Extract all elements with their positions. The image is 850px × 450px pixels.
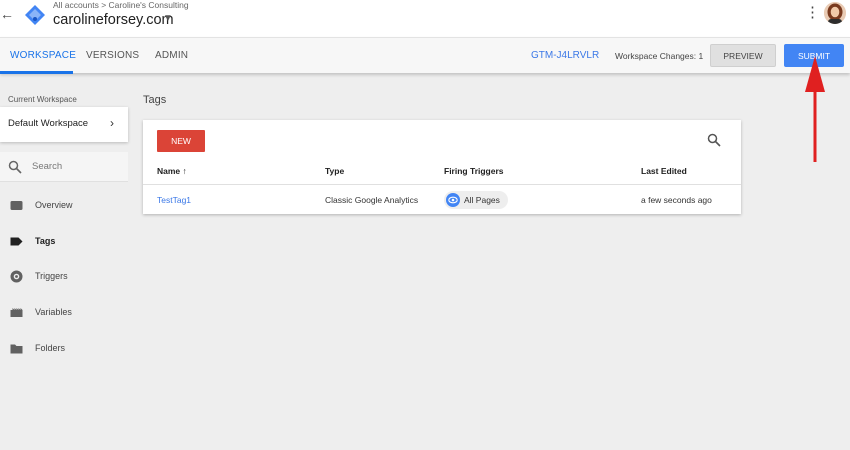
new-tag-button[interactable]: NEW [157, 130, 205, 152]
tab-versions[interactable]: VERSIONS [86, 50, 139, 61]
workspace-selector[interactable]: Default Workspace › [0, 107, 128, 142]
column-header-last-edited[interactable]: Last Edited [641, 166, 687, 176]
sidebar-search[interactable]: Search [0, 152, 128, 182]
eye-icon [446, 193, 460, 207]
current-workspace-label: Current Workspace [8, 95, 77, 104]
sidebar-item-label: Triggers [35, 271, 68, 281]
active-tab-indicator [0, 71, 73, 74]
column-header-label: Name [157, 166, 181, 176]
search-input[interactable]: Search [32, 161, 62, 172]
variables-icon [10, 308, 23, 317]
top-header: ← All accounts > Caroline's Consulting c… [0, 0, 850, 37]
tags-table-card: NEW Name ↑ Type Firing Triggers Last Edi… [143, 120, 741, 214]
sidebar-item-variables[interactable]: Variables [0, 303, 128, 323]
tag-icon [10, 237, 23, 246]
sidebar-item-label: Variables [35, 307, 72, 317]
column-header-firing-triggers[interactable]: Firing Triggers [444, 166, 504, 176]
nav-bar: WORKSPACE VERSIONS ADMIN GTM-J4LRVLR Wor… [0, 37, 850, 74]
sidebar-item-label: Tags [35, 236, 56, 246]
tab-workspace[interactable]: WORKSPACE [10, 50, 76, 61]
sidebar-item-label: Overview [35, 200, 73, 210]
workspace-name: Default Workspace [8, 118, 89, 129]
tab-admin[interactable]: ADMIN [155, 50, 188, 61]
sidebar-item-label: Folders [35, 343, 66, 353]
workspace-changes: Workspace Changes: 1 [615, 51, 703, 61]
avatar[interactable] [824, 2, 846, 24]
trigger-icon [10, 270, 23, 283]
caret-down-icon[interactable]: ▼ [163, 13, 173, 24]
search-icon[interactable] [707, 133, 721, 147]
sidebar-item-folders[interactable]: Folders [0, 339, 128, 359]
chevron-right-icon: › [110, 116, 114, 130]
account-name[interactable]: carolineforsey.com [53, 12, 174, 28]
back-arrow-icon[interactable]: ← [0, 6, 14, 22]
sidebar-item-tags[interactable]: Tags [0, 232, 128, 252]
container-id-link[interactable]: GTM-J4LRVLR [531, 50, 599, 61]
trigger-chip[interactable]: All Pages [444, 191, 508, 209]
gtm-logo-icon[interactable] [25, 5, 45, 25]
search-icon [8, 160, 22, 174]
column-header-name[interactable]: Name ↑ [157, 166, 187, 176]
overview-icon [10, 201, 23, 210]
last-edited: a few seconds ago [641, 195, 712, 205]
preview-button[interactable]: PREVIEW [710, 44, 776, 67]
annotation-arrow-icon [805, 56, 825, 162]
tag-name-link[interactable]: TestTag1 [157, 195, 191, 205]
row-divider [143, 184, 741, 185]
tag-type: Classic Google Analytics [325, 195, 419, 205]
folder-icon [10, 344, 23, 354]
page-title: Tags [143, 94, 167, 106]
workspace-changes-count: 1 [698, 51, 704, 61]
trigger-label: All Pages [464, 195, 500, 205]
workspace-changes-label: Workspace Changes: [615, 51, 697, 61]
breadcrumb[interactable]: All accounts > Caroline's Consulting [53, 0, 189, 10]
sidebar-item-overview[interactable]: Overview [0, 196, 128, 216]
column-header-type[interactable]: Type [325, 166, 344, 176]
more-vert-icon[interactable]: ⋮ [805, 5, 820, 20]
sidebar-item-triggers[interactable]: Triggers [0, 267, 128, 287]
sort-arrow-up-icon: ↑ [182, 166, 187, 176]
